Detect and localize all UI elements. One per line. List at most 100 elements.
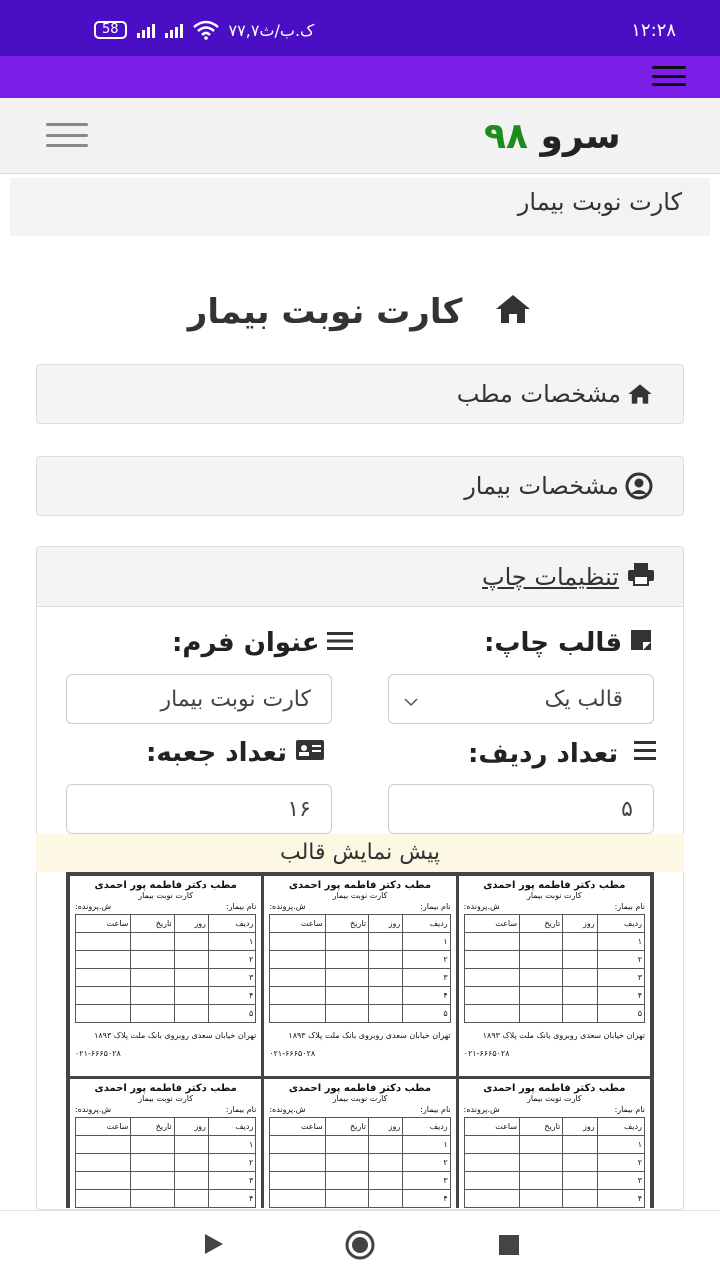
card-row-number: ۵ — [402, 1004, 451, 1023]
card-row-number: ۱ — [207, 1135, 257, 1154]
card-col-header: ردیف — [207, 914, 257, 933]
card-subtitle: کارت نوبت بیمار — [526, 891, 582, 900]
patient-info-label: مشخصات بیمار — [464, 472, 619, 500]
nav-toggle-icon[interactable] — [46, 123, 88, 147]
wifi-icon — [192, 20, 219, 40]
form-title-value: کارت نوبت بیمار — [160, 686, 311, 712]
home-icon — [627, 383, 653, 405]
table-row: ۵ — [463, 1207, 645, 1208]
print-settings-header[interactable]: تنظیمات چاپ — [37, 547, 683, 607]
card-phone: ۰۲۱-۶۶۶۵۰۲۸ — [269, 1049, 316, 1058]
list-icon — [327, 628, 354, 658]
card-table: ردیفروزتاریخساعت ۱۲۳۴۵ — [463, 1117, 645, 1208]
table-row: ۴ — [463, 986, 645, 1005]
recents-icon[interactable] — [498, 1234, 520, 1260]
boxes-label: تعداد جعبه: — [146, 738, 325, 768]
card-col-header: تاریخ — [519, 914, 564, 933]
table-row: ۳ — [74, 1171, 257, 1190]
card-col-header: ردیف — [207, 1117, 257, 1136]
network-speed: ۷۷,۷ک.ب/ث — [228, 20, 315, 40]
preview-card: مطب دکتر فاطمه پور احمدی کارت نوبت بیمار ن… — [70, 876, 262, 1076]
home-icon — [494, 293, 532, 334]
table-row: ۵ — [74, 1004, 257, 1023]
signal-icon-2 — [164, 22, 183, 38]
card-subtitle: کارت نوبت بیمار — [332, 891, 388, 900]
card-row-number: ۲ — [207, 1153, 257, 1172]
card-row-number: ۵ — [596, 1004, 645, 1023]
card-table: ردیفروزتاریخساعت ۱۲۳۴۵ — [74, 914, 257, 1023]
rows-value: ۵ — [621, 796, 633, 822]
template-select-value: قالب یک — [544, 686, 623, 712]
table-row: ۴ — [463, 1189, 645, 1208]
card-doctor: مطب دکتر فاطمه پور احمدی — [483, 1083, 626, 1094]
rows-label-text: تعداد ردیف: — [468, 738, 619, 769]
template-label-text: قالب چاپ: — [484, 628, 623, 658]
card-file-label: ش.پرونده: — [269, 902, 306, 911]
table-row: ۳ — [74, 968, 257, 987]
rows-input[interactable]: ۵ — [388, 784, 654, 834]
card-doctor: مطب دکتر فاطمه پور احمدی — [288, 1083, 432, 1094]
card-col-header: تاریخ — [519, 1117, 564, 1136]
table-row: ۲ — [74, 1153, 257, 1172]
card-name-label: نام بیمار: — [420, 1105, 451, 1114]
card-file-label: ش.پرونده: — [75, 902, 112, 911]
boxes-input[interactable]: ۱۶ — [66, 784, 332, 834]
table-row: ۲ — [463, 1153, 645, 1172]
card-col-header: ساعت — [463, 1117, 521, 1136]
card-col-header: تاریخ — [130, 1117, 175, 1136]
back-icon[interactable] — [202, 1231, 226, 1261]
form-title-label: عنوان فرم: — [172, 628, 354, 658]
card-col-header: ساعت — [74, 1117, 132, 1136]
status-bar: 58 ۷۷,۷ک.ب/ث ۱۲:۲۸ — [0, 0, 720, 56]
card-row-number: ۵ — [207, 1004, 257, 1023]
patient-info-panel[interactable]: مشخصات بیمار — [36, 456, 684, 516]
form-title-input[interactable]: کارت نوبت بیمار — [66, 674, 332, 724]
card-col-header: ردیف — [402, 914, 451, 933]
preview-card: مطب دکتر فاطمه پور احمدی کارت نوبت بیمار ن… — [264, 1079, 456, 1208]
home-button-icon[interactable] — [344, 1229, 376, 1265]
id-card-icon — [295, 738, 325, 768]
table-row: ۲ — [463, 950, 645, 969]
card-col-header: ردیف — [402, 1117, 451, 1136]
site-logo[interactable]: سرو ۹۸ — [484, 116, 621, 157]
page-title: کارت نوبت بیمار — [0, 292, 720, 334]
card-col-header: روز — [562, 914, 598, 933]
menu-icon[interactable] — [652, 66, 686, 86]
template-icon — [630, 628, 652, 658]
card-row-number: ۴ — [596, 986, 645, 1005]
app-bar — [0, 56, 720, 98]
preview-card: مطب دکتر فاطمه پور احمدی کارت نوبت بیمار ن… — [458, 1079, 650, 1208]
chevron-down-icon — [403, 691, 419, 716]
table-row: ۱ — [74, 1135, 257, 1154]
card-phone: ۰۲۱-۶۶۶۵۰۲۸ — [463, 1049, 510, 1058]
card-doctor: مطب دکتر فاطمه پور احمدی — [288, 880, 432, 891]
table-row: ۱ — [74, 932, 257, 951]
form-title-label-text: عنوان فرم: — [172, 628, 320, 658]
card-file-label: ش.پرونده: — [463, 902, 500, 911]
card-row-number: ۴ — [207, 1189, 257, 1208]
card-row-number: ۱ — [596, 932, 645, 951]
card-col-header: ساعت — [269, 1117, 326, 1136]
card-row-number: ۱ — [596, 1135, 645, 1154]
card-row-number: ۳ — [596, 1171, 645, 1190]
template-select[interactable]: قالب یک — [388, 674, 654, 724]
logo-number: ۹۸ — [484, 116, 528, 157]
card-address: تهران خیابان سعدی روبروی بانک ملت پلاک ۱… — [288, 1031, 451, 1040]
table-row: ۱ — [463, 932, 645, 951]
card-col-header: روز — [173, 1117, 209, 1136]
card-row-number: ۴ — [596, 1189, 645, 1208]
boxes-value: ۱۶ — [287, 796, 311, 822]
card-table: ردیفروزتاریخساعت ۱۲۳۴۵ — [269, 1117, 451, 1208]
card-row-number: ۴ — [402, 1189, 451, 1208]
card-name-label: نام بیمار: — [225, 1105, 257, 1114]
clinic-info-panel[interactable]: مشخصات مطب — [36, 364, 684, 424]
card-row-number: ۱ — [402, 1135, 451, 1154]
card-row-number: ۱ — [402, 932, 451, 951]
table-row: ۵ — [463, 1004, 645, 1023]
card-row-number: ۵ — [596, 1207, 645, 1208]
card-row-number: ۳ — [596, 968, 645, 987]
card-row-number: ۲ — [207, 950, 257, 969]
card-col-header: تاریخ — [324, 914, 369, 933]
card-col-header: روز — [367, 1117, 404, 1136]
table-row: ۲ — [269, 950, 451, 969]
